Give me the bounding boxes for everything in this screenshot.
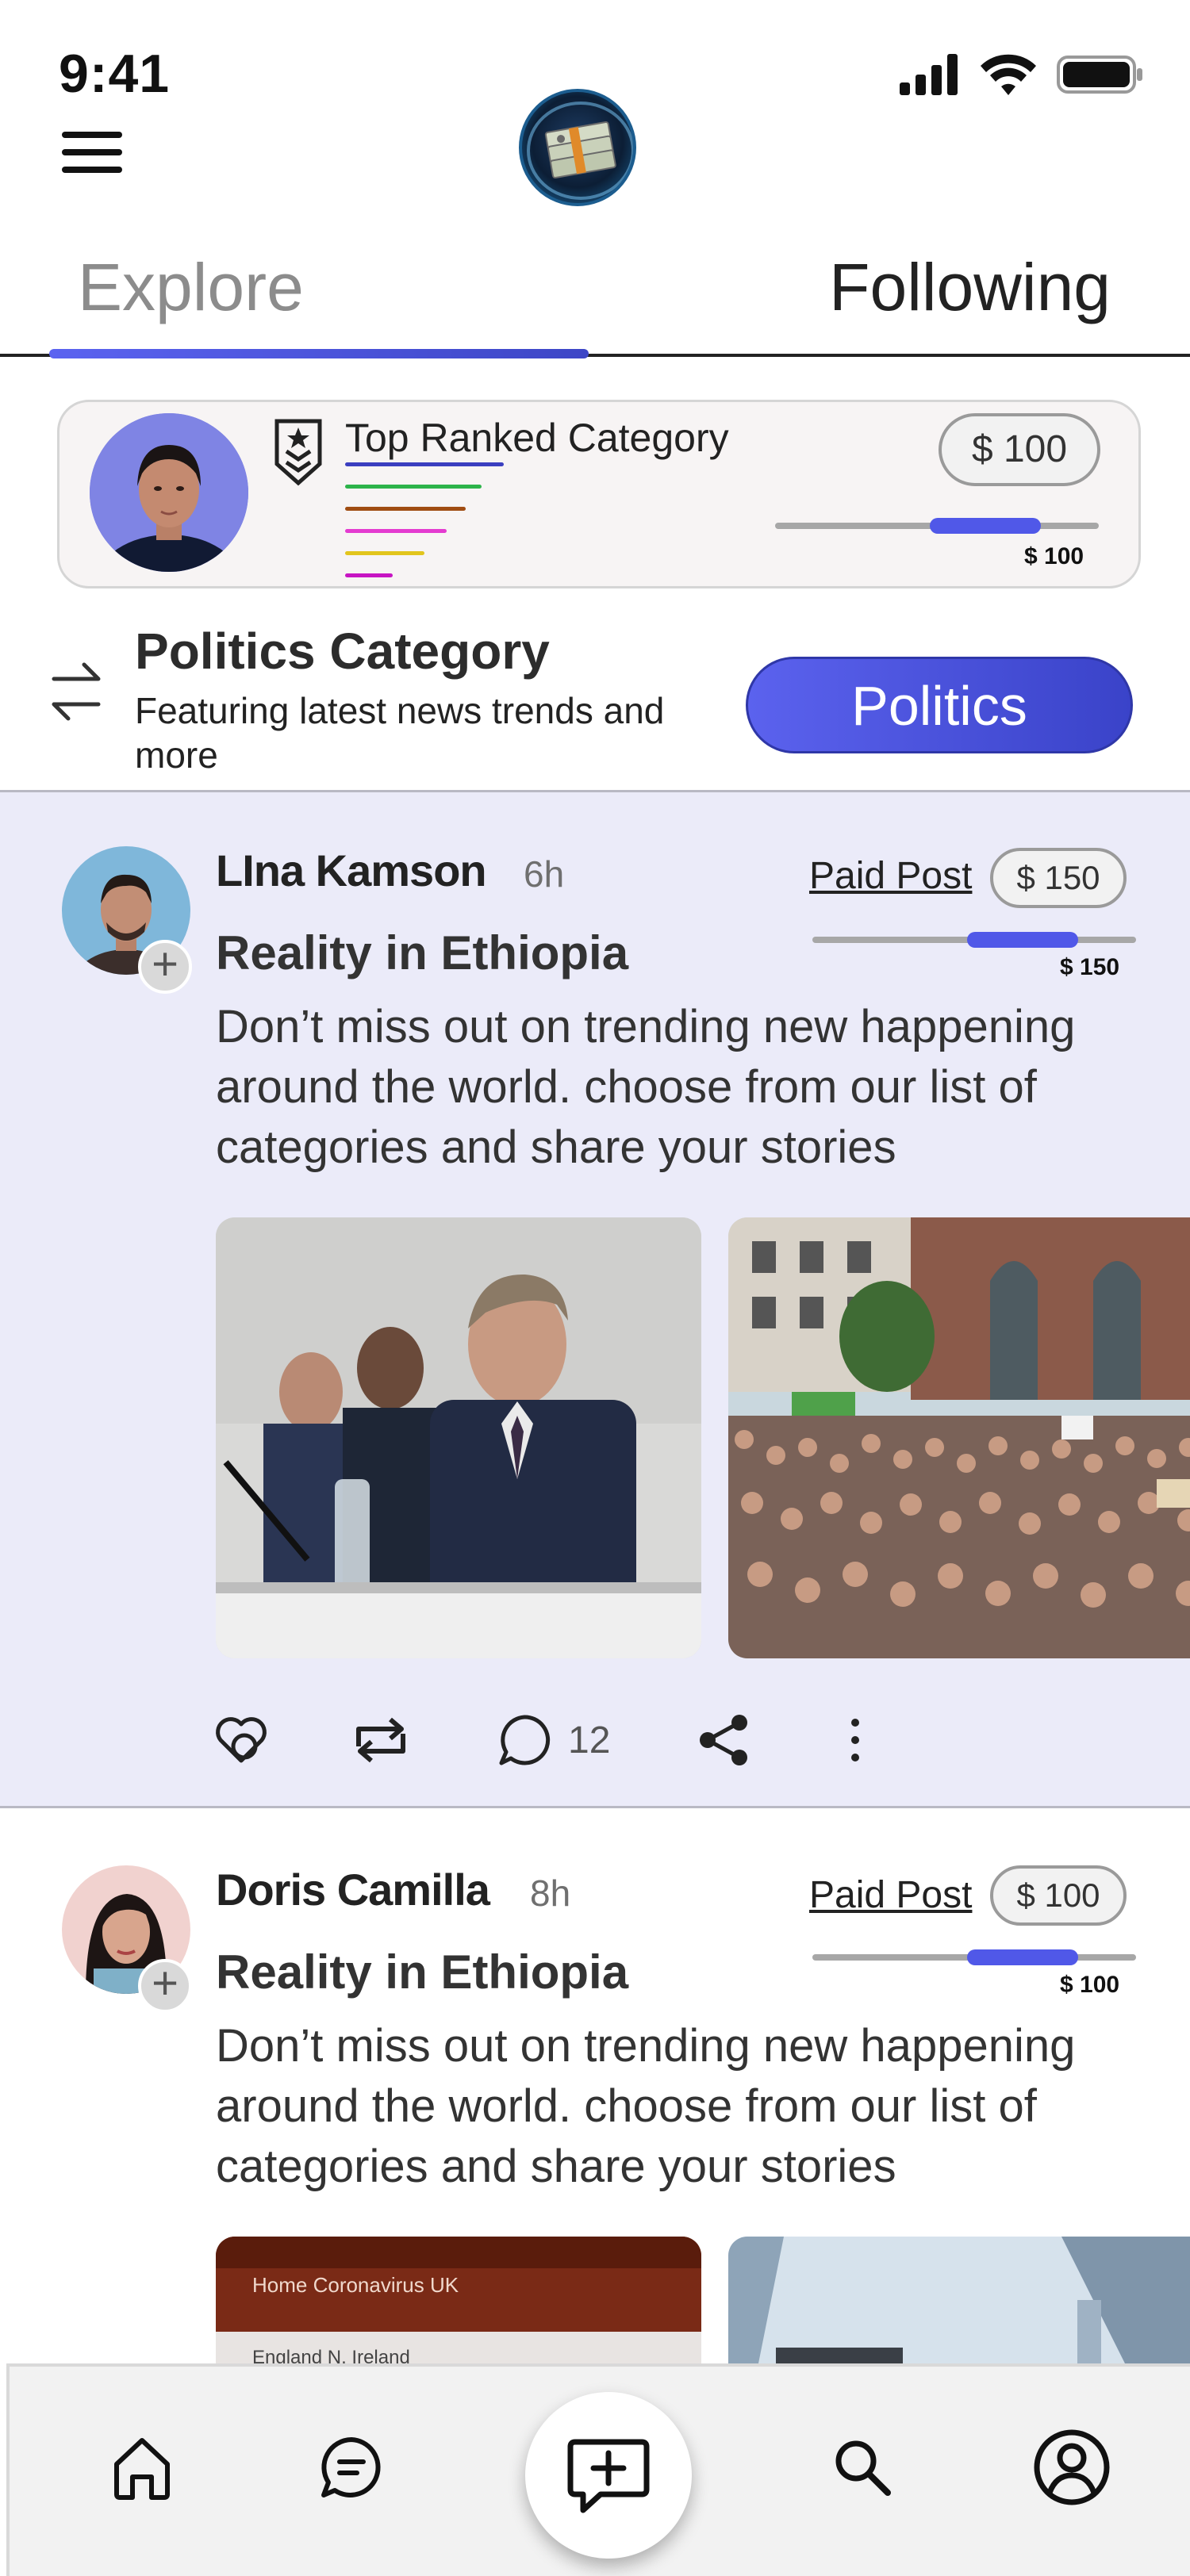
comment-button[interactable]: 12 [495, 1704, 610, 1776]
bottom-navigation [6, 2363, 1190, 2576]
feed-tabs: Explore Following [0, 230, 1190, 358]
rank-line [345, 551, 424, 555]
post-image-protest-crowd[interactable] [728, 1217, 1190, 1658]
active-tab-indicator [49, 349, 589, 358]
repost-icon [356, 1717, 405, 1763]
nav-home[interactable] [98, 2424, 186, 2511]
author-name[interactable]: Doris Camilla [216, 1864, 490, 1915]
category-title: Politics Category [135, 623, 550, 680]
feed-post: + Doris Camilla 8h Paid Post $ 100 $ 100… [0, 1810, 1190, 2395]
price-slider-fill [967, 1949, 1079, 1965]
menu-icon[interactable] [62, 132, 122, 173]
post-image-press-conference[interactable] [216, 1217, 701, 1658]
swap-icon[interactable] [48, 655, 105, 726]
share-icon [700, 1715, 747, 1765]
news-image-tabs: Home Coronavirus UK [252, 2273, 459, 2297]
category-description: Featuring latest news trends and more [135, 690, 665, 776]
tab-following[interactable]: Following [829, 249, 1111, 326]
price-badge[interactable]: $ 100 [990, 1865, 1127, 1926]
tab-explore[interactable]: Explore [78, 249, 304, 326]
rank-line [345, 529, 447, 533]
rank-line [345, 462, 504, 466]
price-slider[interactable] [812, 1949, 1136, 1965]
post-body: Don’t miss out on trending new happening… [216, 2020, 1076, 2192]
home-icon [114, 2438, 170, 2500]
price-badge[interactable]: $ 150 [990, 848, 1127, 908]
post-time: 6h [524, 853, 565, 895]
author-avatar[interactable]: + [62, 1865, 192, 2013]
signal-icon [900, 54, 958, 95]
follow-plus-icon[interactable]: + [138, 1959, 192, 2013]
battery-icon [1057, 56, 1142, 94]
nav-messages[interactable] [308, 2424, 395, 2511]
post-body: Don’t miss out on trending new happening… [216, 1001, 1076, 1173]
status-icons [900, 54, 1144, 95]
nav-create-post[interactable] [525, 2392, 692, 2559]
create-post-icon [567, 2439, 650, 2513]
comment-icon [499, 1715, 551, 1765]
wifi-icon [981, 54, 1036, 95]
chat-icon [321, 2437, 381, 2497]
paid-post-link[interactable]: Paid Post [809, 1873, 972, 1917]
share-button[interactable] [697, 1704, 752, 1776]
more-options-button[interactable] [847, 1704, 863, 1776]
avatar [90, 413, 248, 572]
top-ranked-title: Top Ranked Category [345, 416, 729, 460]
status-time: 9:41 [59, 44, 171, 104]
nav-search[interactable] [819, 2424, 906, 2511]
rank-line [345, 485, 482, 489]
slider-value: $ 150 [1060, 954, 1120, 980]
rank-badge-icon [274, 419, 322, 486]
price-slider-fill [967, 932, 1079, 948]
rank-line [345, 507, 466, 511]
follow-plus-icon[interactable]: + [138, 940, 192, 994]
price-slider[interactable] [812, 932, 1136, 948]
nav-profile[interactable] [1028, 2424, 1115, 2511]
post-title[interactable]: Reality in Ethiopia [216, 1945, 628, 1999]
search-icon [835, 2440, 891, 2496]
category-color-lines [345, 462, 520, 596]
top-ranked-card[interactable]: Top Ranked Category $ 100 $ 100 [57, 400, 1141, 588]
price-slider[interactable] [775, 518, 1099, 534]
price-badge[interactable]: $ 100 [939, 413, 1100, 486]
slider-value: $ 100 [1024, 543, 1084, 569]
category-button-politics[interactable]: Politics [746, 657, 1133, 753]
author-name[interactable]: LIna Kamson [216, 845, 487, 896]
rank-line [345, 573, 393, 577]
like-icon [216, 1717, 267, 1763]
author-avatar[interactable]: + [62, 846, 192, 994]
feed-post: + LIna Kamson 6h Paid Post $ 150 $ 150 R… [0, 790, 1190, 1808]
comment-count: 12 [568, 1719, 611, 1761]
post-time: 8h [530, 1873, 571, 1914]
post-actions: 12 [213, 1704, 895, 1776]
slider-value: $ 100 [1060, 1972, 1120, 1998]
paid-post-link[interactable]: Paid Post [809, 854, 972, 898]
repost-button[interactable] [349, 1704, 413, 1776]
profile-icon [1034, 2429, 1110, 2505]
price-slider-fill [930, 518, 1042, 534]
post-title[interactable]: Reality in Ethiopia [216, 926, 628, 980]
like-button[interactable] [213, 1704, 270, 1776]
app-logo [519, 89, 636, 206]
more-vertical-icon [851, 1719, 859, 1761]
